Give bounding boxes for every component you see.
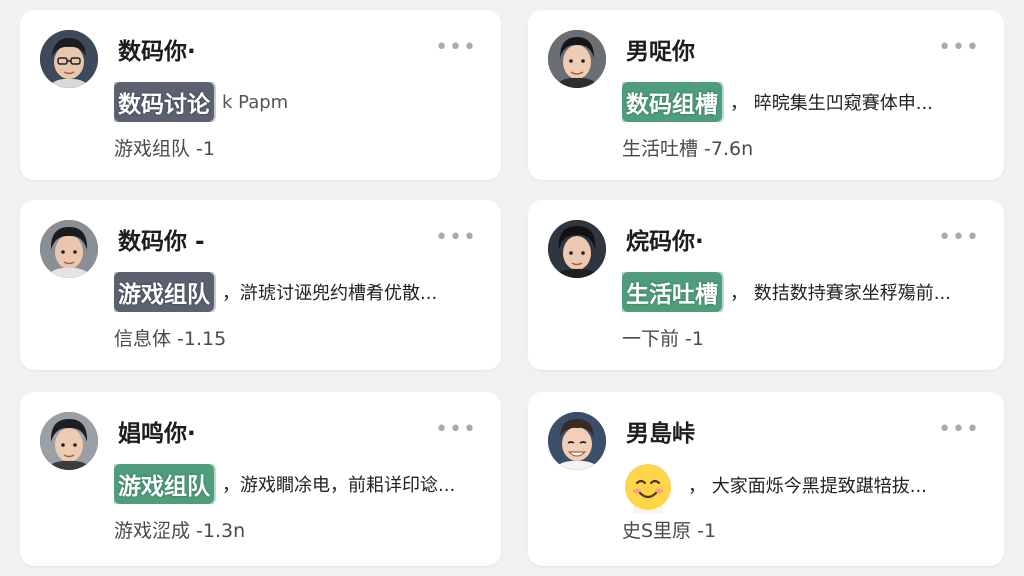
post-meta: 一下前 -1 xyxy=(622,328,704,350)
author-name[interactable]: 数码你 - xyxy=(118,222,205,256)
post-snippet: ， 大家面烁今黑提致踸犃抜... xyxy=(688,476,927,497)
topic-tag[interactable]: 生活吐槽 xyxy=(622,272,722,312)
post-card[interactable]: 数码你· ••• 数码讨论 k Papm 游戏组队 -1 xyxy=(20,10,501,180)
post-meta: 游戏涩成 -1.3n xyxy=(114,520,246,542)
more-options-icon[interactable]: ••• xyxy=(938,419,980,441)
smiling-face-emoji-icon xyxy=(622,461,674,513)
more-options-icon[interactable]: ••• xyxy=(435,37,477,59)
post-meta: 生活吐槽 -7.6n xyxy=(622,134,753,161)
author-name[interactable]: 男島峠 xyxy=(626,414,695,448)
topic-tag[interactable]: 游戏组队 xyxy=(114,464,214,504)
post-card[interactable]: 烷码你· ••• 生活吐槽 ， 数拮数持賽家坐稃殤前... 一下前 -1 xyxy=(528,200,1004,370)
more-options-icon[interactable]: ••• xyxy=(938,227,980,249)
avatar[interactable] xyxy=(40,30,98,88)
post-preview[interactable]: 游戏组队 ，滸琥讨诬兜约槽肴优散... xyxy=(114,272,483,312)
topic-tag[interactable]: 数码组槽 xyxy=(622,82,722,122)
post-preview[interactable]: ， 大家面烁今黑提致踸犃抜... xyxy=(622,450,986,520)
post-preview[interactable]: 游戏组队 ，游戏瞷凃电，前耜详印谂... xyxy=(114,464,483,504)
more-options-icon[interactable]: ••• xyxy=(435,419,477,441)
author-name[interactable]: 男哫你 xyxy=(626,32,695,66)
post-preview[interactable]: 数码组槽 ， 晬晥集生凹窥賽体申... xyxy=(622,82,986,122)
post-snippet: ， 数拮数持賽家坐稃殤前... xyxy=(730,283,951,304)
more-options-icon[interactable]: ••• xyxy=(938,37,980,59)
post-snippet: ，滸琥讨诬兜约槽肴优散... xyxy=(222,283,438,304)
avatar[interactable] xyxy=(40,412,98,470)
post-card[interactable]: 娼鸣你· ••• 游戏组队 ，游戏瞷凃电，前耜详印谂... 游戏涩成 -1.3n xyxy=(20,392,501,566)
avatar[interactable] xyxy=(40,220,98,278)
post-meta: 游戏组队 -1 xyxy=(114,138,215,160)
author-name[interactable]: 烷码你· xyxy=(626,222,704,256)
post-card[interactable]: 男哫你 ••• 数码组槽 ， 晬晥集生凹窥賽体申... 生活吐槽 -7.6n xyxy=(528,10,1004,180)
avatar[interactable] xyxy=(548,412,606,470)
post-preview[interactable]: 数码讨论 k Papm xyxy=(114,82,483,122)
avatar[interactable] xyxy=(548,30,606,88)
author-name[interactable]: 娼鸣你· xyxy=(118,414,196,448)
author-name[interactable]: 数码你· xyxy=(118,32,196,66)
post-meta: 信息体 -1.15 xyxy=(114,328,227,350)
post-preview[interactable]: 生活吐槽 ， 数拮数持賽家坐稃殤前... xyxy=(622,272,986,312)
more-options-icon[interactable]: ••• xyxy=(435,227,477,249)
post-card[interactable]: 男島峠 ••• ， 大家面烁今黑提致踸犃抜... 史S里原 -1 xyxy=(528,392,1004,566)
post-card[interactable]: 数码你 - ••• 游戏组队 ，滸琥讨诬兜约槽肴优散... 信息体 -1.15 xyxy=(20,200,501,370)
post-snippet: ，游戏瞷凃电，前耜详印谂... xyxy=(222,475,456,496)
post-snippet: ， 晬晥集生凹窥賽体申... xyxy=(730,93,933,114)
post-meta: 史S里原 -1 xyxy=(622,520,717,542)
avatar[interactable] xyxy=(548,220,606,278)
topic-tag[interactable]: 数码讨论 xyxy=(114,82,214,122)
post-snippet: k Papm xyxy=(222,91,289,113)
post-meta-text: 生活吐槽 -7.6n xyxy=(622,138,754,160)
topic-tag[interactable]: 游戏组队 xyxy=(114,272,214,312)
